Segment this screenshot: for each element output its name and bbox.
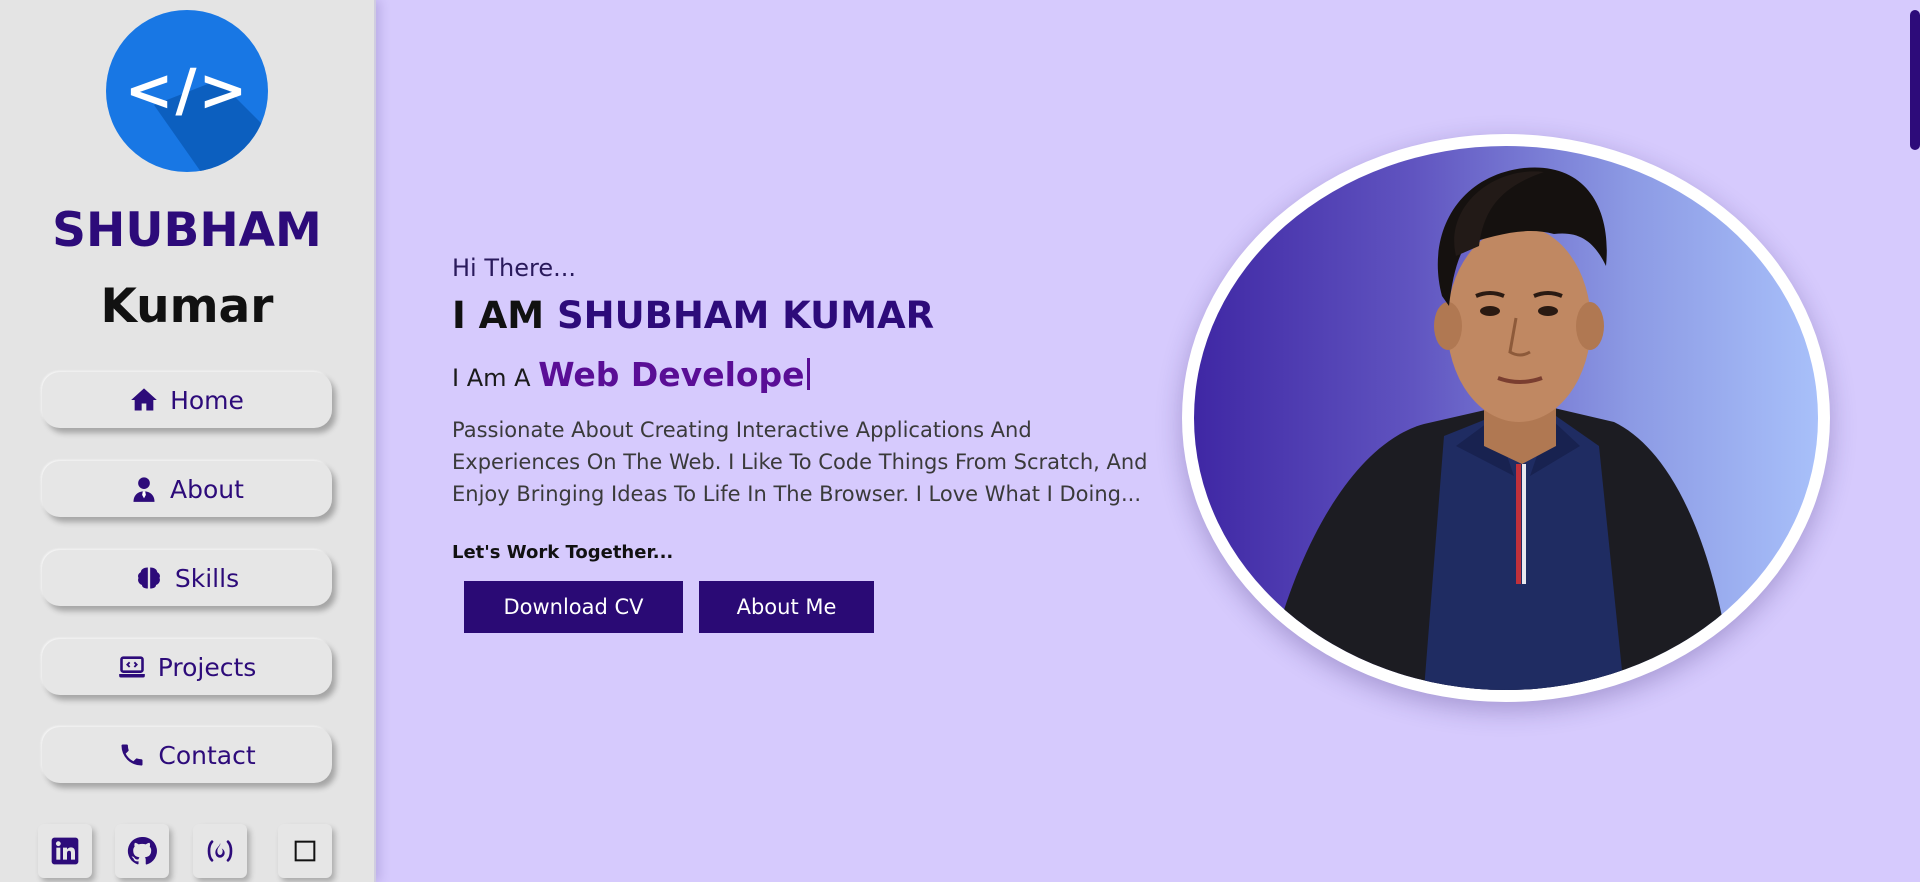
hero-headline: I AM SHUBHAM KUMAR: [452, 294, 934, 337]
nav-contact-label: Contact: [158, 740, 256, 770]
role-typed-text: Web Develope: [538, 355, 805, 394]
sidebar: </> SHUBHAM Kumar Home About Skills Proj…: [0, 0, 376, 882]
laptop-code-icon: [118, 656, 145, 678]
nav-projects-button[interactable]: Projects: [42, 639, 332, 695]
cta-heading: Let's Work Together...: [452, 542, 674, 563]
linkedin-button[interactable]: [38, 824, 92, 878]
brand-first-name: SHUBHAM: [52, 203, 322, 258]
nav-skills-label: Skills: [174, 563, 240, 593]
role-prefix: I Am A: [452, 364, 539, 392]
brand-last-name: Kumar: [100, 279, 274, 334]
headline-prefix: I AM: [452, 294, 557, 337]
hero-role: I Am A Web Develope: [452, 355, 810, 394]
nav-about-label: About: [170, 474, 244, 504]
logo[interactable]: </>: [106, 10, 268, 172]
freecodecamp-icon: [207, 840, 233, 862]
download-cv-button[interactable]: Download CV: [464, 581, 683, 633]
person-illustration: [1264, 167, 1734, 690]
code-brackets-icon: </>: [124, 56, 250, 124]
hero-description: Passionate About Creating Interactive Ap…: [452, 418, 1148, 506]
typing-caret: [806, 358, 810, 390]
nav-about-button[interactable]: About: [42, 461, 332, 517]
github-button[interactable]: [115, 824, 169, 878]
linkedin-icon: [51, 837, 79, 865]
hero-greeting: Hi There...: [452, 254, 576, 282]
nav-skills-button[interactable]: Skills: [42, 550, 332, 606]
freecodecamp-button[interactable]: [193, 824, 247, 878]
extra-social-button[interactable]: [278, 824, 332, 878]
user-icon: [133, 477, 155, 502]
home-icon: [131, 388, 157, 411]
profile-photo: [1194, 146, 1818, 690]
phone-icon: [121, 744, 143, 766]
scrollbar[interactable]: [1906, 0, 1920, 882]
nav-contact-button[interactable]: Contact: [42, 727, 332, 783]
brain-icon: [137, 567, 160, 589]
square-icon: [294, 840, 316, 862]
nav-home-label: Home: [170, 385, 244, 415]
scrollbar-thumb[interactable]: [1910, 10, 1920, 150]
profile-photo-frame: [1182, 134, 1830, 702]
github-icon: [127, 836, 157, 865]
about-me-button[interactable]: About Me: [699, 581, 874, 633]
nav-home-button[interactable]: Home: [42, 372, 332, 428]
headline-name: SHUBHAM KUMAR: [556, 294, 935, 337]
nav-projects-label: Projects: [157, 652, 257, 682]
